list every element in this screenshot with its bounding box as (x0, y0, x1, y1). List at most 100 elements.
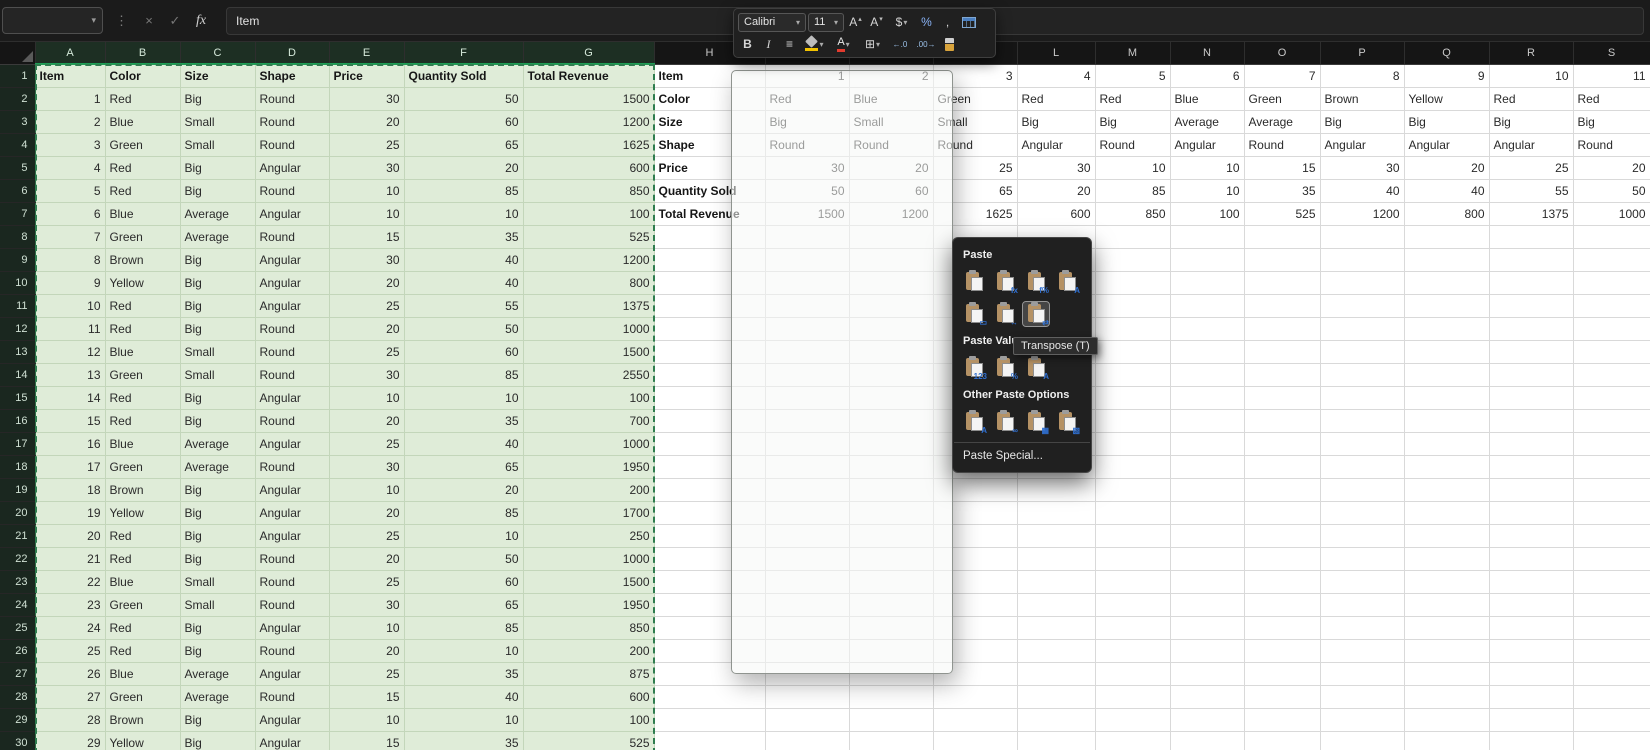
cell-N5[interactable]: 10 (1170, 156, 1244, 179)
cell-R29[interactable] (1489, 708, 1573, 731)
cell-M10[interactable] (1095, 271, 1170, 294)
cell-S24[interactable] (1573, 593, 1650, 616)
cell-O4[interactable]: Round (1244, 133, 1320, 156)
cell-G8[interactable]: 525 (523, 225, 654, 248)
cell-G10[interactable]: 800 (523, 271, 654, 294)
cell-N6[interactable]: 10 (1170, 179, 1244, 202)
cell-G6[interactable]: 850 (523, 179, 654, 202)
cell-D1[interactable]: Shape (255, 64, 329, 87)
cell-Q27[interactable] (1404, 662, 1489, 685)
cell-N24[interactable] (1170, 593, 1244, 616)
cell-D3[interactable]: Round (255, 110, 329, 133)
cell-B15[interactable]: Red (105, 386, 180, 409)
cell-R6[interactable]: 55 (1489, 179, 1573, 202)
cell-A11[interactable]: 10 (35, 294, 105, 317)
cell-B7[interactable]: Blue (105, 202, 180, 225)
cell-R20[interactable] (1489, 501, 1573, 524)
cell-M30[interactable] (1095, 731, 1170, 750)
cell-G22[interactable]: 1000 (523, 547, 654, 570)
cell-F7[interactable]: 10 (404, 202, 523, 225)
column-header-N[interactable]: N (1170, 42, 1244, 64)
cell-F8[interactable]: 35 (404, 225, 523, 248)
cell-A10[interactable]: 9 (35, 271, 105, 294)
cell-M8[interactable] (1095, 225, 1170, 248)
chevron-down-icon[interactable]: ▾ (91, 15, 96, 26)
cell-R11[interactable] (1489, 294, 1573, 317)
cell-A27[interactable]: 26 (35, 662, 105, 685)
cell-F11[interactable]: 55 (404, 294, 523, 317)
column-header-C[interactable]: C (180, 42, 255, 64)
cell-N22[interactable] (1170, 547, 1244, 570)
cell-S13[interactable] (1573, 340, 1650, 363)
cell-G4[interactable]: 1625 (523, 133, 654, 156)
cell-N3[interactable]: Average (1170, 110, 1244, 133)
cell-Q24[interactable] (1404, 593, 1489, 616)
cell-C6[interactable]: Big (180, 179, 255, 202)
cell-D6[interactable]: Round (255, 179, 329, 202)
cell-F14[interactable]: 85 (404, 363, 523, 386)
cell-A21[interactable]: 20 (35, 524, 105, 547)
cell-A16[interactable]: 15 (35, 409, 105, 432)
cell-R12[interactable] (1489, 317, 1573, 340)
cell-C12[interactable]: Big (180, 317, 255, 340)
cell-E14[interactable]: 30 (329, 363, 404, 386)
cell-B16[interactable]: Red (105, 409, 180, 432)
cell-M23[interactable] (1095, 570, 1170, 593)
row-header-20[interactable]: 20 (0, 501, 35, 524)
row-header-29[interactable]: 29 (0, 708, 35, 731)
cell-B8[interactable]: Green (105, 225, 180, 248)
row-header-14[interactable]: 14 (0, 363, 35, 386)
cell-O16[interactable] (1244, 409, 1320, 432)
cell-G2[interactable]: 1500 (523, 87, 654, 110)
cell-B9[interactable]: Brown (105, 248, 180, 271)
cell-N1[interactable]: 6 (1170, 64, 1244, 87)
cell-E24[interactable]: 30 (329, 593, 404, 616)
cell-F12[interactable]: 50 (404, 317, 523, 340)
cell-A19[interactable]: 18 (35, 478, 105, 501)
cell-K30[interactable] (933, 731, 1017, 750)
cell-F26[interactable]: 10 (404, 639, 523, 662)
cell-M15[interactable] (1095, 386, 1170, 409)
cell-B6[interactable]: Red (105, 179, 180, 202)
paste-option-formulas-icon[interactable]: fx (992, 270, 1018, 294)
column-header-L[interactable]: L (1017, 42, 1095, 64)
cell-B18[interactable]: Green (105, 455, 180, 478)
cell-N16[interactable] (1170, 409, 1244, 432)
cell-Q29[interactable] (1404, 708, 1489, 731)
cell-L3[interactable]: Big (1017, 110, 1095, 133)
column-header-B[interactable]: B (105, 42, 180, 64)
cell-C10[interactable]: Big (180, 271, 255, 294)
cell-G24[interactable]: 1950 (523, 593, 654, 616)
cell-A17[interactable]: 16 (35, 432, 105, 455)
cell-D23[interactable]: Round (255, 570, 329, 593)
cell-D30[interactable]: Angular (255, 731, 329, 750)
row-header-21[interactable]: 21 (0, 524, 35, 547)
cell-B20[interactable]: Yellow (105, 501, 180, 524)
cell-O21[interactable] (1244, 524, 1320, 547)
cell-O7[interactable]: 525 (1244, 202, 1320, 225)
cell-D28[interactable]: Round (255, 685, 329, 708)
cell-P11[interactable] (1320, 294, 1404, 317)
row-header-10[interactable]: 10 (0, 271, 35, 294)
cell-S12[interactable] (1573, 317, 1650, 340)
cell-G30[interactable]: 525 (523, 731, 654, 750)
cell-O26[interactable] (1244, 639, 1320, 662)
cell-N25[interactable] (1170, 616, 1244, 639)
format-painter-button[interactable] (940, 35, 959, 54)
cell-S5[interactable]: 20 (1573, 156, 1650, 179)
alignment-button[interactable]: ≡ (780, 35, 799, 54)
cell-A15[interactable]: 14 (35, 386, 105, 409)
cell-L4[interactable]: Angular (1017, 133, 1095, 156)
cell-B11[interactable]: Red (105, 294, 180, 317)
cell-O24[interactable] (1244, 593, 1320, 616)
cell-N9[interactable] (1170, 248, 1244, 271)
cell-E1[interactable]: Price (329, 64, 404, 87)
cell-R9[interactable] (1489, 248, 1573, 271)
cell-A4[interactable]: 3 (35, 133, 105, 156)
cell-B2[interactable]: Red (105, 87, 180, 110)
row-header-6[interactable]: 6 (0, 179, 35, 202)
cell-F18[interactable]: 65 (404, 455, 523, 478)
fill-color-button[interactable]: ▾ (801, 35, 828, 54)
cell-P9[interactable] (1320, 248, 1404, 271)
cell-E25[interactable]: 10 (329, 616, 404, 639)
